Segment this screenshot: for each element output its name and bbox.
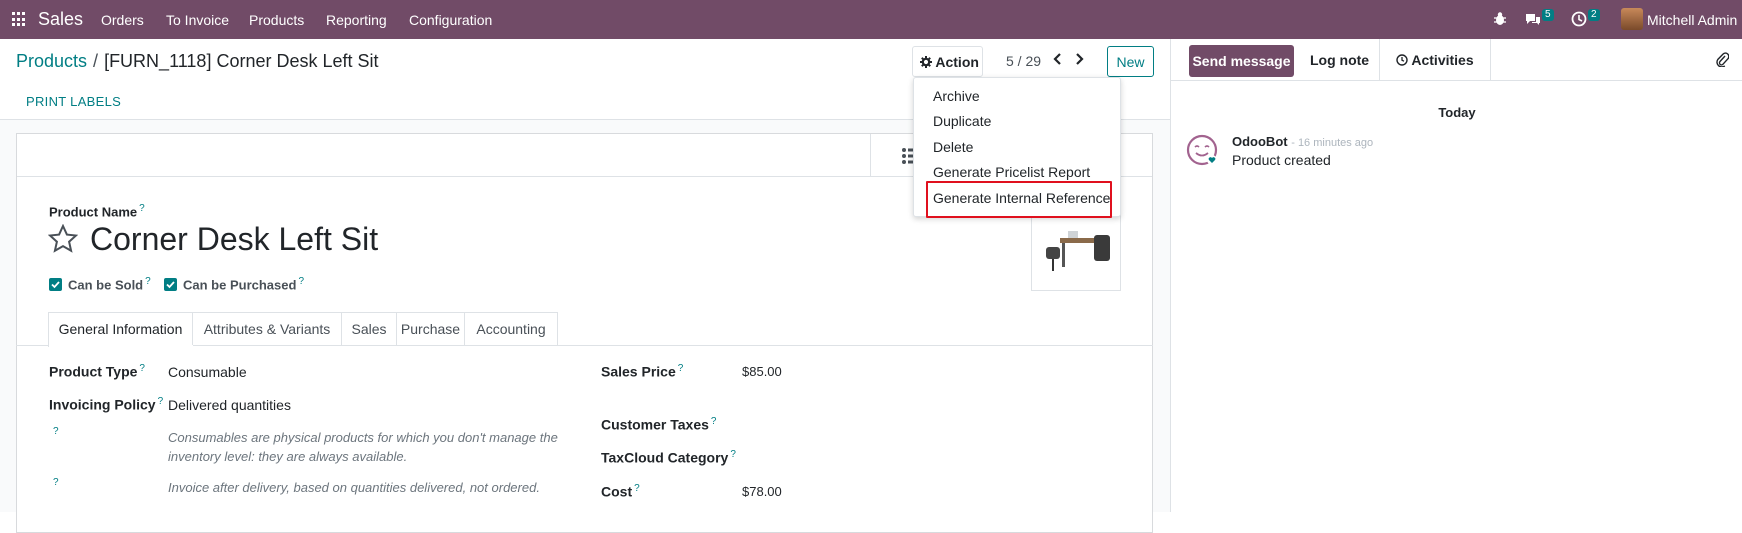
- messages-count-badge: 5: [1542, 9, 1554, 21]
- can-be-sold-checkbox[interactable]: [49, 278, 62, 291]
- breadcrumb: Products / [FURN_1118] Corner Desk Left Si…: [16, 51, 379, 71]
- invoicing-policy-field[interactable]: Delivered quantities: [168, 397, 291, 413]
- can-be-purchased-checkbox[interactable]: [164, 278, 177, 291]
- customer-taxes-label: Customer Taxes?: [601, 416, 717, 433]
- apps-menu-icon[interactable]: [12, 12, 27, 27]
- message-author: OdooBot - 16 minutes ago: [1232, 134, 1374, 149]
- user-avatar[interactable]: [1621, 8, 1643, 30]
- consumable-help-text: Consumables are physical products for wh…: [168, 430, 558, 464]
- sales-price-field[interactable]: $85.00: [742, 364, 782, 379]
- invoicing-policy-label: Invoicing Policy?: [49, 396, 164, 413]
- menu-item-generate-pricelist-report[interactable]: Generate Pricelist Report: [933, 164, 1090, 180]
- chatter-divider: [1171, 80, 1742, 81]
- product-image[interactable]: [1031, 212, 1121, 291]
- tab-general-information[interactable]: General Information: [48, 312, 193, 347]
- activities-button[interactable]: Activities: [1379, 39, 1491, 80]
- pager-next-icon[interactable]: [1072, 51, 1086, 67]
- clock-icon: [1396, 54, 1408, 66]
- action-button[interactable]: Action: [912, 46, 983, 77]
- menu-reporting[interactable]: Reporting: [326, 12, 387, 28]
- cost-label: Cost?: [601, 483, 640, 500]
- app-name[interactable]: Sales: [38, 9, 83, 30]
- can-be-sold-label: Can be Sold?: [68, 276, 151, 293]
- menu-to-invoice[interactable]: To Invoice: [166, 12, 229, 28]
- menu-item-archive[interactable]: Archive: [933, 88, 980, 104]
- can-be-purchased-label: Can be Purchased?: [183, 276, 304, 293]
- user-name[interactable]: Mitchell Admin (: [1647, 12, 1742, 28]
- send-message-button[interactable]: Send message: [1189, 45, 1294, 77]
- breadcrumb-current: [FURN_1118] Corner Desk Left Sit: [104, 51, 379, 71]
- debug-bug-icon[interactable]: [1493, 11, 1507, 27]
- sales-price-label: Sales Price?: [601, 363, 684, 380]
- log-note-button[interactable]: Log note: [1310, 52, 1369, 68]
- tab-accounting[interactable]: Accounting: [465, 312, 558, 346]
- menu-item-delete[interactable]: Delete: [933, 139, 973, 155]
- gear-icon: [920, 56, 932, 68]
- activities-count-badge: 2: [1588, 9, 1600, 21]
- tab-sales[interactable]: Sales: [342, 312, 397, 346]
- attachment-paperclip-icon[interactable]: [1715, 51, 1729, 67]
- message-body: Product created: [1232, 152, 1331, 168]
- active-tab-gap: [49, 345, 193, 347]
- menu-products[interactable]: Products: [249, 12, 304, 28]
- product-type-label: Product Type?: [49, 363, 145, 380]
- taxcloud-category-label: TaxCloud Category?: [601, 449, 736, 466]
- menu-configuration[interactable]: Configuration: [409, 12, 492, 28]
- odoobot-avatar-icon: [1186, 134, 1218, 166]
- check-icon: [166, 281, 175, 289]
- action-dropdown-menu: Archive Duplicate Delete Generate Pricel…: [913, 77, 1121, 218]
- menu-item-duplicate[interactable]: Duplicate: [933, 113, 991, 129]
- pager-value[interactable]: 5 / 29: [1006, 53, 1041, 69]
- tab-attributes-variants[interactable]: Attributes & Variants: [193, 312, 342, 346]
- action-label: Action: [935, 54, 979, 70]
- messages-icon[interactable]: [1524, 12, 1542, 27]
- invoice-help-text: Invoice after delivery, based on quantit…: [168, 480, 540, 495]
- menu-item-generate-internal-reference[interactable]: Generate Internal Reference: [933, 190, 1110, 206]
- product-type-field[interactable]: Consumable: [168, 364, 247, 380]
- date-separator: Today: [1438, 105, 1476, 120]
- chatter-panel: Send message Log note Activities Today O…: [1170, 39, 1742, 512]
- product-name-field[interactable]: Corner Desk Left Sit: [90, 221, 378, 257]
- top-navbar: Sales Orders To Invoice Products Reporti…: [0, 0, 1742, 39]
- menu-orders[interactable]: Orders: [101, 12, 144, 28]
- message-timestamp: - 16 minutes ago: [1291, 137, 1374, 149]
- desk-image: [1046, 231, 1110, 271]
- help-tooltip-icon[interactable]: ?: [53, 477, 59, 488]
- new-button[interactable]: New: [1107, 46, 1154, 77]
- product-name-label: Product Name?: [49, 203, 145, 220]
- activities-clock-icon[interactable]: [1571, 11, 1587, 27]
- cost-field[interactable]: $78.00: [742, 484, 782, 499]
- favorite-star-icon[interactable]: [48, 224, 78, 253]
- breadcrumb-products[interactable]: Products: [16, 51, 87, 71]
- print-labels-button[interactable]: PRINT LABELS: [26, 94, 121, 109]
- help-tooltip-icon[interactable]: ?: [53, 426, 59, 437]
- pager-previous-icon[interactable]: [1051, 51, 1065, 67]
- tab-purchase[interactable]: Purchase: [397, 312, 465, 346]
- check-icon: [51, 281, 60, 289]
